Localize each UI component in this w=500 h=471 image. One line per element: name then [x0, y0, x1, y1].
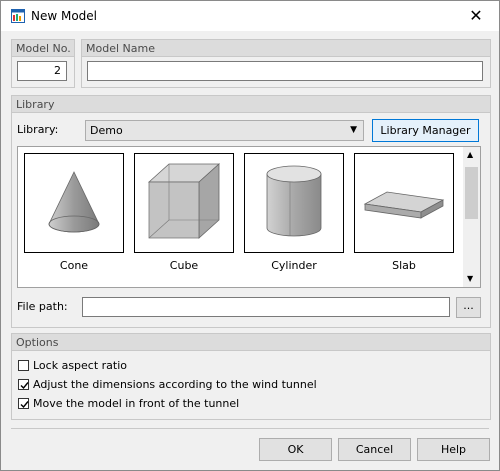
- model-name-group: Model Name: [81, 39, 491, 88]
- check-icon: [20, 401, 29, 409]
- file-path-field[interactable]: [82, 297, 450, 317]
- cancel-button[interactable]: Cancel: [338, 438, 411, 461]
- adjust-dimensions-checkbox[interactable]: [18, 379, 29, 390]
- gallery-item-slab[interactable]: [354, 153, 454, 253]
- cube-icon: [147, 163, 221, 239]
- gallery-label-cone: Cone: [59, 259, 89, 272]
- model-no-group: Model No. 2: [11, 39, 75, 88]
- lock-aspect-checkbox[interactable]: [18, 360, 29, 371]
- window-title: New Model: [31, 9, 98, 23]
- model-name-field[interactable]: [87, 61, 483, 81]
- browse-button[interactable]: ...: [456, 297, 481, 318]
- file-path-label: File path:: [17, 300, 68, 313]
- slab-icon: [363, 191, 445, 219]
- options-group-label: Options: [12, 334, 490, 351]
- move-model-checkbox[interactable]: [18, 398, 29, 409]
- app-icon: [11, 9, 25, 23]
- cylinder-icon: [266, 165, 322, 237]
- model-gallery[interactable]: Cone Cube Cylinder Slab ▲ ▼: [17, 146, 481, 288]
- gallery-item-cube[interactable]: [134, 153, 234, 253]
- model-name-label: Model Name: [82, 40, 490, 57]
- chevron-down-icon[interactable]: ▼: [467, 274, 473, 283]
- gallery-item-cylinder[interactable]: [244, 153, 344, 253]
- library-manager-button[interactable]: Library Manager: [372, 119, 479, 142]
- library-selected-value: Demo: [90, 124, 123, 137]
- library-select[interactable]: Demo ▼: [85, 120, 364, 141]
- close-icon[interactable]: ✕: [453, 1, 499, 31]
- library-field-label: Library:: [17, 123, 59, 136]
- gallery-item-cone[interactable]: [24, 153, 124, 253]
- library-group-label: Library: [12, 96, 490, 113]
- dialog-window: New Model ✕ Model No. 2 Model Name Libra…: [0, 0, 500, 471]
- footer-divider: [11, 428, 489, 429]
- move-model-label: Move the model in front of the tunnel: [33, 397, 240, 410]
- lock-aspect-label: Lock aspect ratio: [33, 359, 128, 372]
- title-bar: New Model ✕: [1, 1, 499, 31]
- chevron-down-icon: ▼: [350, 125, 357, 135]
- gallery-label-cube: Cube: [169, 259, 199, 272]
- chevron-up-icon[interactable]: ▲: [467, 150, 473, 159]
- gallery-scrollbar[interactable]: ▲ ▼: [463, 147, 480, 287]
- ok-button[interactable]: OK: [259, 438, 332, 461]
- scrollbar-thumb[interactable]: [465, 167, 478, 219]
- model-no-label: Model No.: [12, 40, 74, 57]
- adjust-dimensions-label: Adjust the dimensions according to the w…: [33, 378, 317, 391]
- help-button[interactable]: Help: [417, 438, 490, 461]
- model-no-field[interactable]: 2: [17, 61, 67, 81]
- check-icon: [20, 382, 29, 390]
- gallery-label-cylinder: Cylinder: [271, 259, 317, 272]
- gallery-label-slab: Slab: [392, 259, 416, 272]
- cone-icon: [48, 171, 100, 233]
